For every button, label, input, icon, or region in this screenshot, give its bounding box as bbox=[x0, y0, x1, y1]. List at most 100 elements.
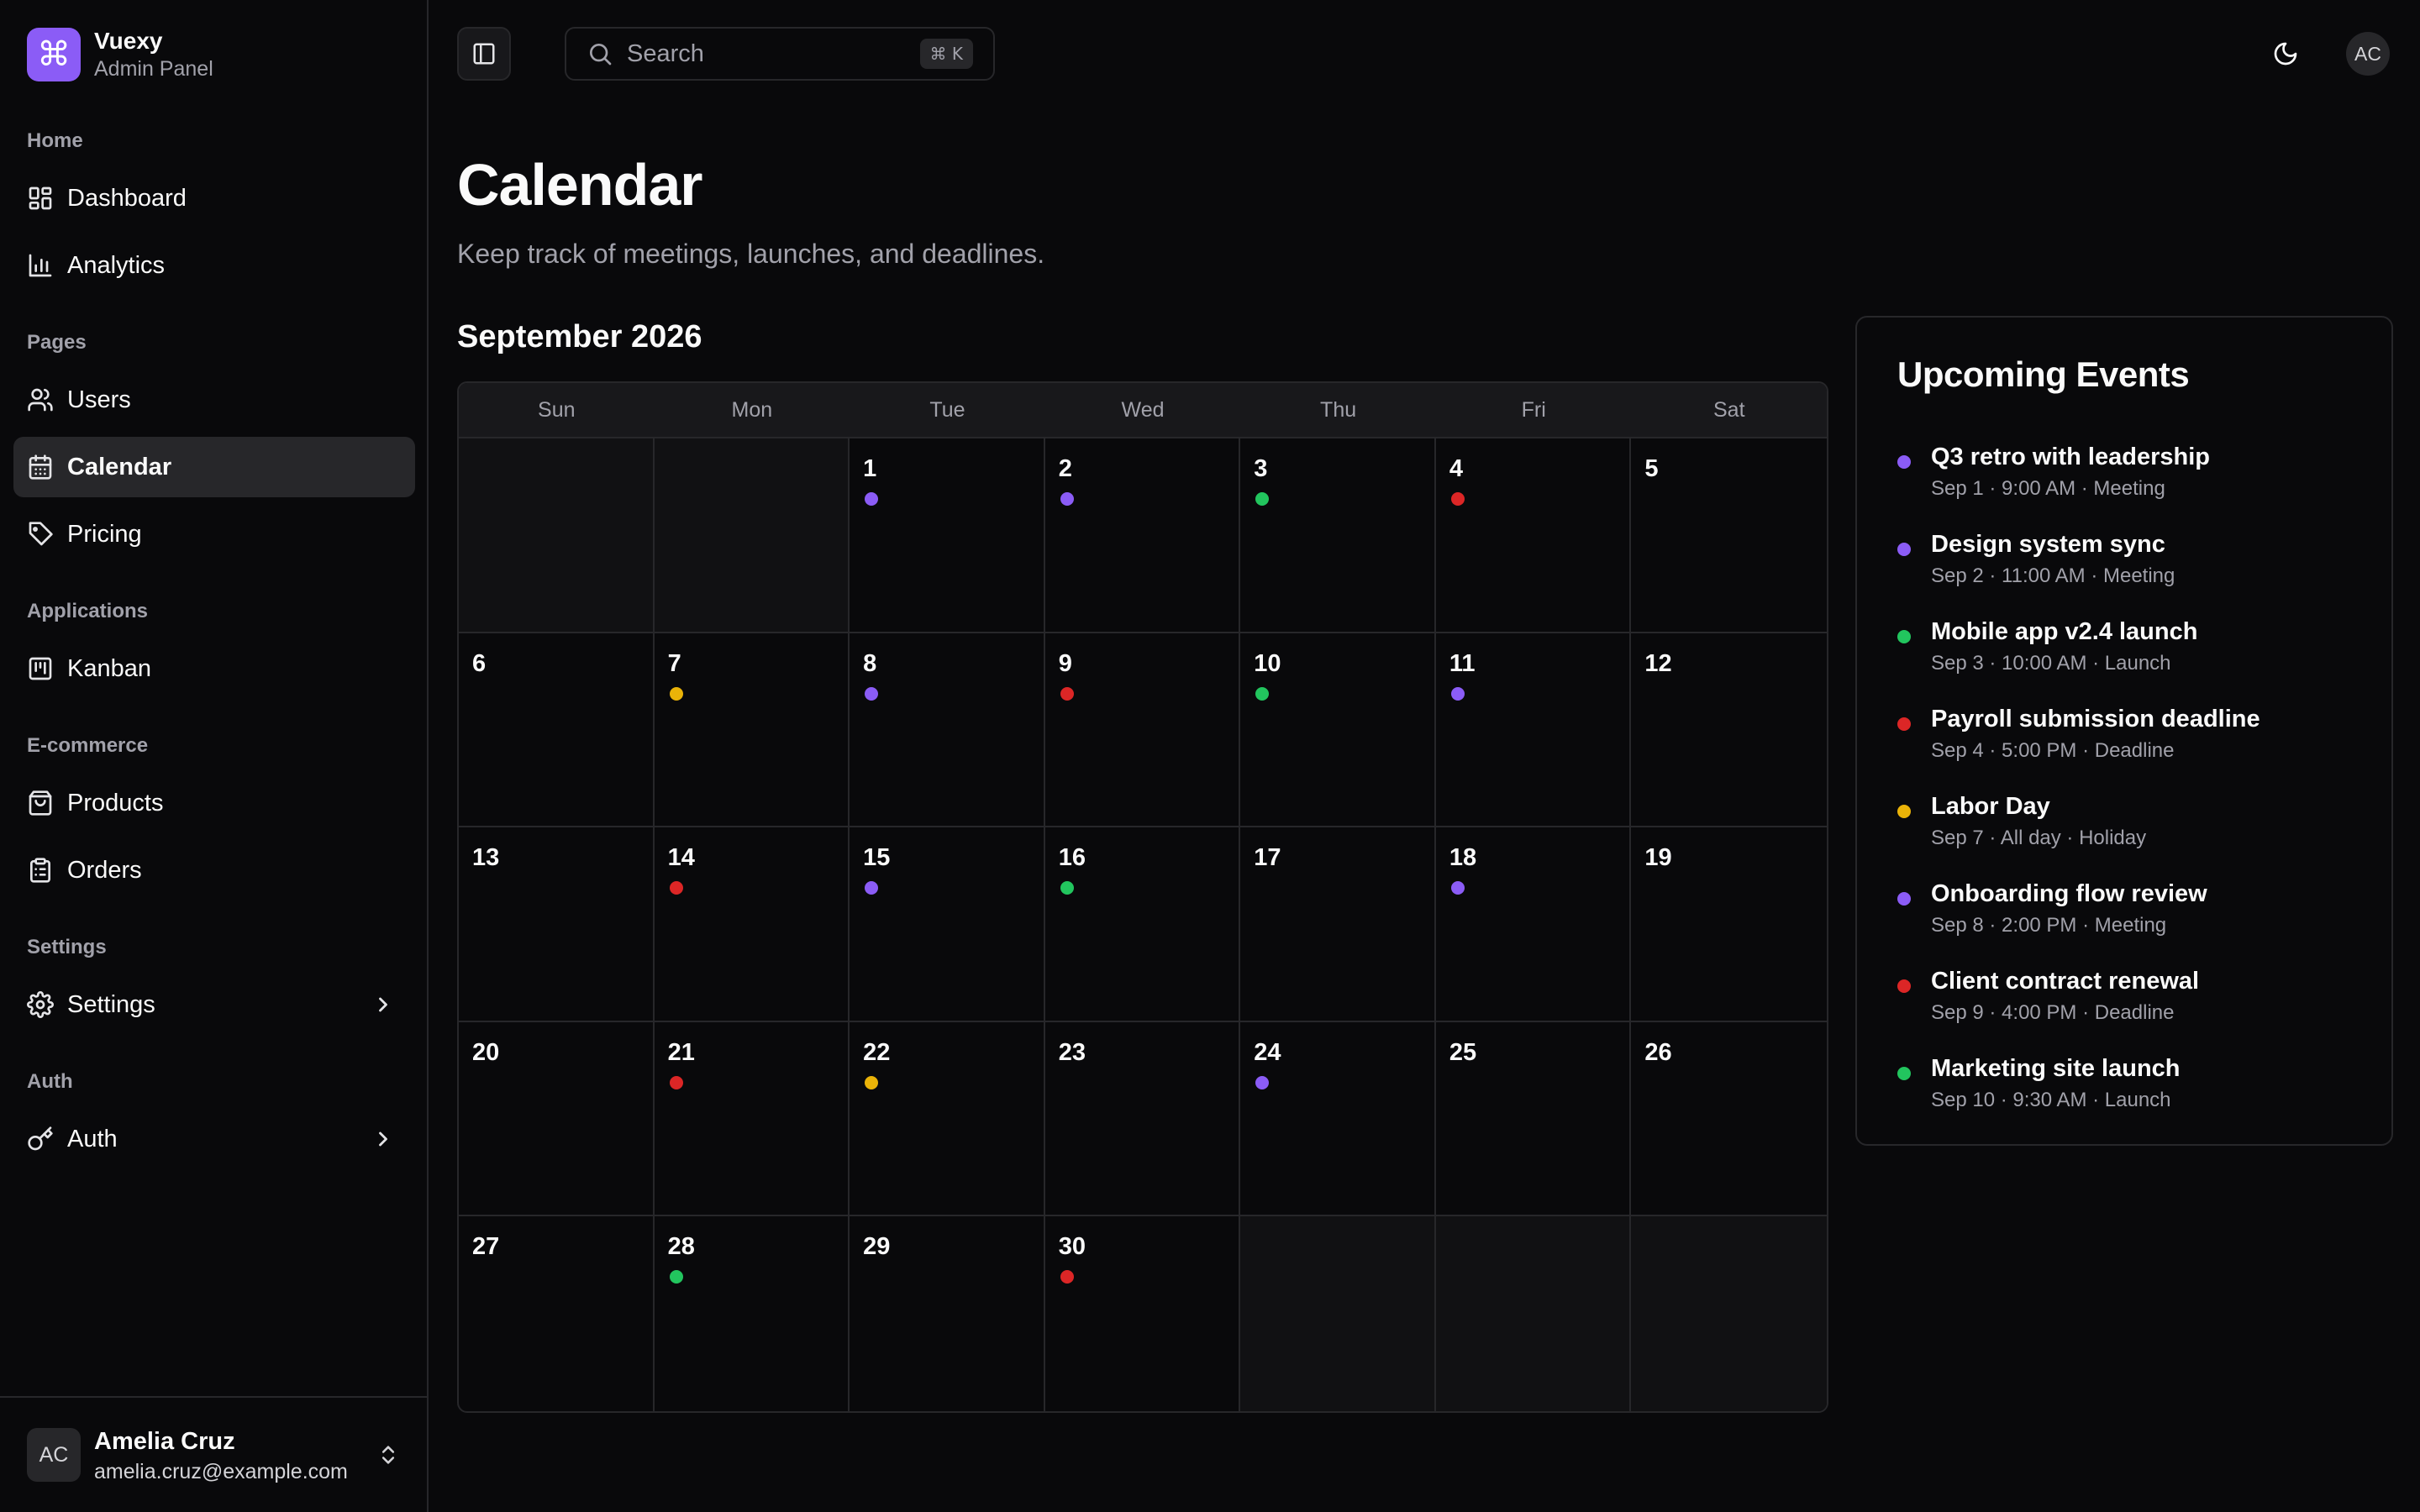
event-item[interactable]: Payroll submission deadline Sep 4 · 5:00 … bbox=[1897, 706, 2368, 773]
calendar-day-cell[interactable]: 10 bbox=[1240, 633, 1436, 828]
calendar-empty-cell bbox=[1631, 1216, 1827, 1411]
event-item[interactable]: Marketing site launch Sep 10 · 9:30 AM · … bbox=[1897, 1055, 2368, 1122]
calendar-day-cell[interactable]: 15 bbox=[850, 827, 1045, 1022]
day-number: 8 bbox=[863, 649, 877, 677]
sidebar: ⌘ Vuexy Admin Panel Home Dashboard Analy… bbox=[0, 0, 429, 1512]
calendar-day-cell[interactable]: 9 bbox=[1044, 633, 1241, 828]
users-icon bbox=[27, 386, 54, 413]
calendar-day-cell[interactable]: 16 bbox=[1044, 827, 1241, 1022]
event-meta: Sep 2 · 11:00 AM · Meeting bbox=[1931, 564, 2175, 587]
calendar-day-cell[interactable]: 24 bbox=[1240, 1021, 1436, 1217]
search-shortcut: ⌘ K bbox=[919, 39, 973, 69]
sidebar-item-users[interactable]: Users bbox=[13, 370, 415, 430]
user-menu[interactable]: AC Amelia Cruz amelia.cruz@example.com bbox=[0, 1396, 427, 1512]
sidebar-item-label: Settings bbox=[67, 990, 155, 1018]
search-box[interactable]: ⌘ K bbox=[565, 27, 995, 81]
calendar-day-cell[interactable]: 11 bbox=[1435, 633, 1632, 828]
page-title: Calendar bbox=[457, 152, 703, 218]
day-number: 5 bbox=[1644, 455, 1659, 482]
calendar-empty-cell bbox=[1435, 1216, 1632, 1411]
calendar-day-cell[interactable]: 25 bbox=[1435, 1021, 1632, 1217]
sidebar-item-analytics[interactable]: Analytics bbox=[13, 235, 415, 296]
event-item[interactable]: Onboarding flow review Sep 8 · 2:00 PM · … bbox=[1897, 880, 2368, 948]
event-name: Payroll submission deadline bbox=[1931, 706, 2260, 732]
panel-left-icon bbox=[471, 41, 497, 66]
tag-icon bbox=[27, 521, 54, 548]
event-dot bbox=[1060, 1270, 1074, 1284]
calendar-day-cell[interactable]: 19 bbox=[1631, 827, 1827, 1022]
event-item[interactable]: Labor Day Sep 7 · All day · Holiday bbox=[1897, 793, 2368, 860]
sidebar-item-settings[interactable]: Settings bbox=[13, 974, 415, 1035]
event-name: Marketing site launch bbox=[1931, 1055, 2181, 1082]
day-number: 6 bbox=[472, 649, 487, 677]
sidebar-item-products[interactable]: Products bbox=[13, 773, 415, 833]
chevron-right-icon bbox=[371, 993, 395, 1016]
day-number: 23 bbox=[1058, 1038, 1086, 1066]
sidebar-item-auth[interactable]: Auth bbox=[13, 1109, 415, 1169]
calendar-day-cell[interactable]: 27 bbox=[459, 1216, 655, 1411]
theme-toggle-button[interactable] bbox=[2259, 27, 2312, 81]
event-item[interactable]: Client contract renewal Sep 9 · 4:00 PM ·… bbox=[1897, 968, 2368, 1035]
dashboard-icon bbox=[27, 185, 54, 212]
event-meta: Sep 8 · 2:00 PM · Meeting bbox=[1931, 914, 2167, 937]
weekday-label: Mon bbox=[731, 397, 773, 422]
calendar-day-cell[interactable]: 13 bbox=[459, 827, 655, 1022]
brand[interactable]: ⌘ Vuexy Admin Panel bbox=[27, 27, 213, 82]
avatar[interactable]: AC bbox=[2346, 32, 2390, 76]
search-input[interactable] bbox=[627, 39, 904, 68]
calendar-day-cell[interactable]: 17 bbox=[1240, 827, 1436, 1022]
day-number: 30 bbox=[1058, 1233, 1086, 1261]
calendar-day-cell[interactable]: 18 bbox=[1435, 827, 1632, 1022]
sidebar-item-label: Users bbox=[67, 386, 131, 413]
day-number: 21 bbox=[667, 1038, 695, 1066]
sidebar-item-label: Orders bbox=[67, 856, 142, 884]
nav-group-auth: Auth bbox=[27, 1070, 73, 1093]
weekday-label: Sun bbox=[538, 397, 576, 422]
brand-name: Vuexy bbox=[94, 28, 163, 54]
event-dot bbox=[1897, 892, 1911, 906]
calendar-day-cell[interactable]: 21 bbox=[654, 1021, 850, 1217]
day-number: 27 bbox=[472, 1233, 500, 1261]
event-item[interactable]: Q3 retro with leadership Sep 1 · 9:00 AM … bbox=[1897, 444, 2368, 511]
calendar-day-cell[interactable]: 6 bbox=[459, 633, 655, 828]
calendar-day-cell[interactable]: 26 bbox=[1631, 1022, 1827, 1217]
calendar-day-cell[interactable]: 5 bbox=[1631, 438, 1827, 633]
event-item[interactable]: Design system sync Sep 2 · 11:00 AM · Mee… bbox=[1897, 531, 2368, 598]
shopping-bag-icon bbox=[27, 790, 54, 816]
calendar-day-cell[interactable]: 4 bbox=[1435, 438, 1632, 633]
calendar-icon bbox=[27, 454, 54, 480]
day-number: 18 bbox=[1449, 844, 1477, 872]
event-dot bbox=[669, 1075, 683, 1089]
sidebar-item-calendar[interactable]: Calendar bbox=[13, 437, 415, 497]
calendar-day-cell[interactable]: 23 bbox=[1044, 1021, 1241, 1217]
calendar-day-cell[interactable]: 2 bbox=[1044, 438, 1241, 633]
calendar-day-cell[interactable]: 14 bbox=[654, 827, 850, 1022]
day-number: 4 bbox=[1449, 455, 1463, 482]
event-dot bbox=[1060, 881, 1074, 895]
sidebar-item-pricing[interactable]: Pricing bbox=[13, 504, 415, 564]
event-meta: Sep 4 · 5:00 PM · Deadline bbox=[1931, 739, 2175, 762]
sidebar-item-label: Products bbox=[67, 789, 164, 816]
sidebar-item-orders[interactable]: Orders bbox=[13, 840, 415, 900]
search-icon bbox=[587, 40, 613, 67]
calendar-day-cell[interactable]: 8 bbox=[850, 633, 1045, 828]
event-dot bbox=[865, 492, 879, 506]
sidebar-toggle-button[interactable] bbox=[457, 27, 511, 81]
calendar-empty-cell bbox=[1240, 1216, 1436, 1411]
calendar-day-cell[interactable]: 30 bbox=[1045, 1216, 1241, 1411]
event-item[interactable]: Mobile app v2.4 launch Sep 3 · 10:00 AM ·… bbox=[1897, 618, 2368, 685]
calendar-day-cell[interactable]: 28 bbox=[655, 1216, 850, 1411]
calendar-day-cell[interactable]: 3 bbox=[1240, 438, 1436, 633]
calendar-day-cell[interactable]: 1 bbox=[850, 438, 1045, 633]
sidebar-item-kanban[interactable]: Kanban bbox=[13, 638, 415, 699]
sidebar-item-dashboard[interactable]: Dashboard bbox=[13, 168, 415, 228]
calendar-day-cell[interactable]: 22 bbox=[850, 1021, 1045, 1217]
upcoming-events-title: Upcoming Events bbox=[1897, 354, 2190, 394]
calendar-day-cell[interactable]: 12 bbox=[1631, 633, 1827, 828]
event-dot bbox=[1897, 543, 1911, 556]
calendar-day-cell[interactable]: 20 bbox=[459, 1021, 655, 1217]
calendar-day-cell[interactable]: 29 bbox=[850, 1216, 1045, 1411]
day-number: 19 bbox=[1644, 844, 1672, 872]
calendar-day-cell[interactable]: 7 bbox=[654, 633, 850, 828]
day-number: 15 bbox=[863, 844, 891, 872]
